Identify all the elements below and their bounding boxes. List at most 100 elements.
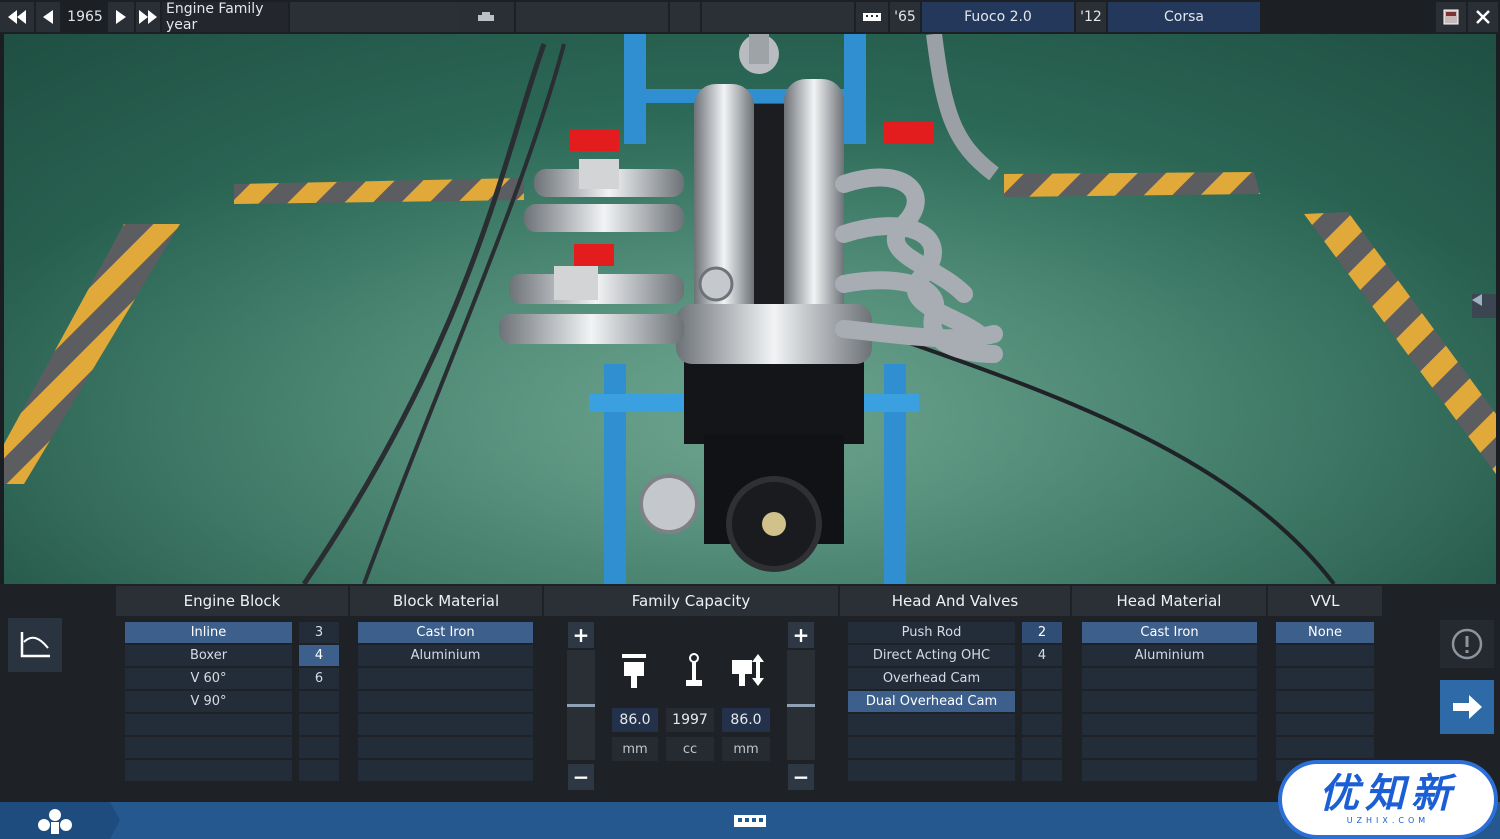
side-panel-toggle[interactable] xyxy=(1472,294,1496,318)
empty-row xyxy=(358,714,533,735)
stroke-slider[interactable] xyxy=(787,650,815,760)
double-left-arrow-icon xyxy=(8,10,26,24)
head-and-valves-header: Head And Valves xyxy=(840,586,1070,616)
head-material-header: Head Material xyxy=(1072,586,1266,616)
empty-row xyxy=(848,737,1015,758)
block-material-list: Cast Iron Aluminium xyxy=(358,622,533,783)
bore-increase-button[interactable]: + xyxy=(568,622,594,648)
right-arrow-icon xyxy=(1453,695,1482,719)
displacement-unit: cc xyxy=(666,737,714,761)
empty-row xyxy=(299,737,339,758)
engine-viewport[interactable] xyxy=(4,34,1496,584)
left-arrow-icon xyxy=(43,10,53,24)
cylinder-option[interactable]: 4 xyxy=(299,645,339,666)
empty-row xyxy=(125,714,292,735)
save-icon xyxy=(1443,9,1459,25)
graph-button[interactable] xyxy=(8,618,62,672)
head-material-option[interactable]: Cast Iron xyxy=(1082,622,1257,643)
empty-row xyxy=(1276,737,1374,758)
stroke-slider-handle[interactable] xyxy=(787,704,815,707)
empty-slot xyxy=(702,2,854,32)
car-view-button[interactable] xyxy=(458,2,514,32)
vvl-option[interactable]: None xyxy=(1276,622,1374,643)
empty-row xyxy=(1022,760,1062,781)
watermark-text: 优知新 xyxy=(1319,771,1457,817)
parts-tab[interactable] xyxy=(0,802,120,839)
close-icon xyxy=(1476,10,1490,24)
empty-slot xyxy=(290,2,458,32)
save-button[interactable] xyxy=(1436,2,1466,32)
engine-icon[interactable] xyxy=(732,811,768,831)
bore-decrease-button[interactable]: − xyxy=(568,764,594,790)
family-name[interactable]: Fuoco 2.0 xyxy=(922,2,1074,32)
empty-row xyxy=(358,668,533,689)
block-material-option[interactable]: Aluminium xyxy=(358,645,533,666)
head-type-option[interactable]: Direct Acting OHC xyxy=(848,645,1015,666)
car-icon xyxy=(478,12,494,21)
year-forward-button[interactable] xyxy=(136,2,160,32)
year-next-button[interactable] xyxy=(108,2,134,32)
engine-family-button[interactable] xyxy=(856,2,888,32)
empty-row xyxy=(358,691,533,712)
engine-icon xyxy=(863,13,881,21)
stroke-icon xyxy=(732,654,764,686)
parts-icon xyxy=(38,809,72,834)
head-material-option[interactable]: Aluminium xyxy=(1082,645,1257,666)
year-rewind-button[interactable] xyxy=(0,2,34,32)
valve-option[interactable]: 2 xyxy=(1022,622,1062,643)
empty-row xyxy=(299,714,339,735)
empty-row xyxy=(125,760,292,781)
watermark-subtext: UZHIX.COM xyxy=(1346,816,1430,825)
empty-slot xyxy=(516,2,668,32)
cylinder-option[interactable]: 3 xyxy=(299,622,339,643)
right-arrow-icon xyxy=(116,10,126,24)
bore-value[interactable]: 86.0 xyxy=(612,708,658,732)
empty-row xyxy=(1022,714,1062,735)
stroke-value[interactable]: 86.0 xyxy=(722,708,770,732)
variant-year: '12 xyxy=(1076,2,1106,32)
empty-row xyxy=(1082,691,1257,712)
cylinder-option[interactable]: 6 xyxy=(299,668,339,689)
plus-icon: + xyxy=(572,623,590,647)
empty-row xyxy=(848,714,1015,735)
year-prev-button[interactable] xyxy=(36,2,60,32)
valve-count-list: 2 4 xyxy=(1022,622,1062,783)
head-material-list: Cast Iron Aluminium xyxy=(1082,622,1257,783)
layout-option[interactable]: V 60° xyxy=(125,668,292,689)
graph-icon xyxy=(20,632,50,658)
block-layout-list: Inline Boxer V 60° V 90° xyxy=(125,622,292,783)
engine-render xyxy=(4,34,1496,584)
model-year: '65 xyxy=(890,2,920,32)
empty-row xyxy=(1022,737,1062,758)
layout-option[interactable]: Inline xyxy=(125,622,292,643)
close-button[interactable] xyxy=(1468,2,1498,32)
minus-icon: − xyxy=(792,765,810,789)
variant-name[interactable]: Corsa xyxy=(1108,2,1260,32)
next-step-button[interactable] xyxy=(1440,680,1494,734)
valve-option[interactable]: 4 xyxy=(1022,645,1062,666)
bore-slider-handle[interactable] xyxy=(567,704,595,707)
head-type-option[interactable]: Dual Overhead Cam xyxy=(848,691,1015,712)
watermark-logo: 优知新 UZHIX.COM xyxy=(1278,760,1498,839)
warning-button[interactable] xyxy=(1440,620,1494,668)
stroke-decrease-button[interactable]: − xyxy=(788,764,814,790)
cylinder-count-list: 3 4 6 xyxy=(299,622,339,783)
top-bar: 1965 Engine Family year '65 Fuoco 2.0 '1… xyxy=(0,0,1500,34)
piston-rod-icon xyxy=(686,653,702,686)
empty-slot xyxy=(670,2,700,32)
bore-icon xyxy=(622,654,646,688)
layout-option[interactable]: V 90° xyxy=(125,691,292,712)
head-type-option[interactable]: Overhead Cam xyxy=(848,668,1015,689)
engine-block-header: Engine Block xyxy=(116,586,348,616)
layout-option[interactable]: Boxer xyxy=(125,645,292,666)
block-material-option[interactable]: Cast Iron xyxy=(358,622,533,643)
empty-row xyxy=(358,760,533,781)
head-type-option[interactable]: Push Rod xyxy=(848,622,1015,643)
double-right-arrow-icon xyxy=(139,10,157,24)
family-year-label: Engine Family year xyxy=(162,1,288,33)
engine-config-panel: Engine Block Block Material Family Capac… xyxy=(0,584,1500,802)
displacement-value: 1997 xyxy=(666,708,714,732)
bore-slider[interactable] xyxy=(567,650,595,760)
stroke-increase-button[interactable]: + xyxy=(788,622,814,648)
empty-row xyxy=(299,760,339,781)
